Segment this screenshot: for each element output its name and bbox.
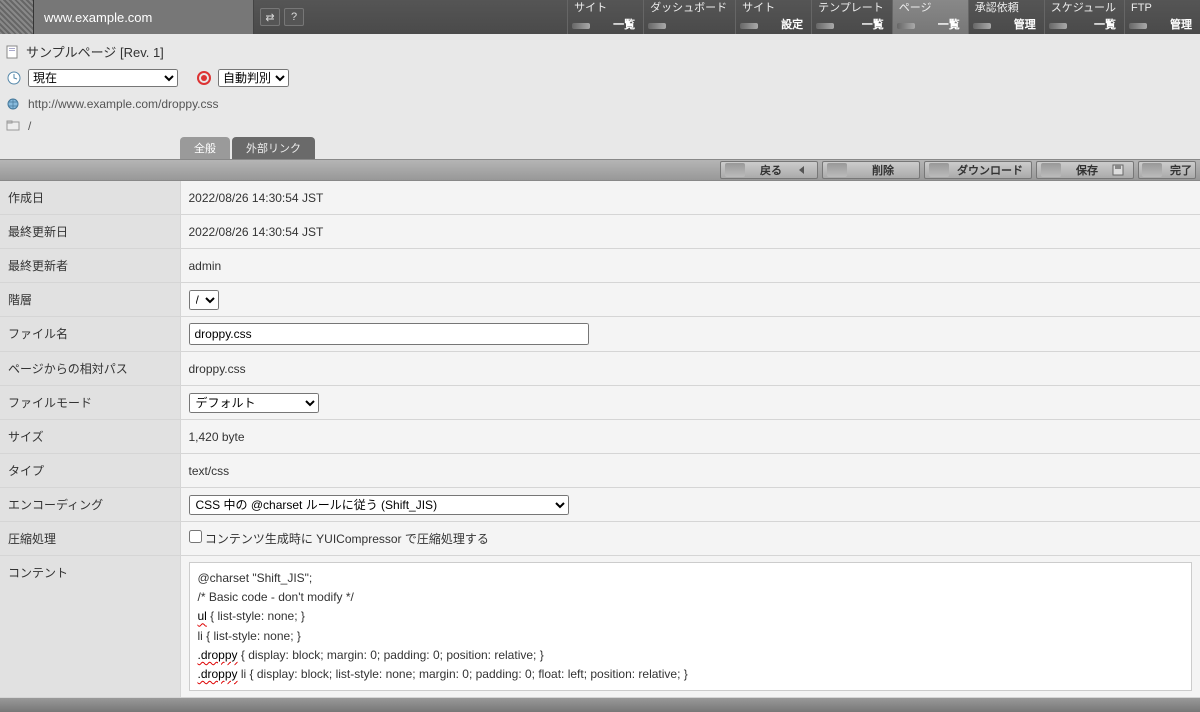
charset-select[interactable]: 自動判別 xyxy=(218,69,289,87)
page-title: サンプルページ [Rev. 1] xyxy=(26,42,164,61)
compress-option[interactable]: コンテンツ生成時に YUICompressor で圧縮処理する xyxy=(189,532,489,546)
tab-external-links[interactable]: 外部リンク xyxy=(232,137,315,159)
nav-item[interactable]: サイト設定 xyxy=(735,0,811,34)
done-button[interactable]: 完了 xyxy=(1138,161,1196,179)
domain-buttons: ⇄ ? xyxy=(254,0,310,34)
nav-item[interactable]: ダッシュボード xyxy=(643,0,735,34)
download-button[interactable]: ダウンロード xyxy=(924,161,1032,179)
label-size: サイズ xyxy=(0,420,180,454)
url-line: http://www.example.com/droppy.css xyxy=(0,93,1200,115)
label-filemode: ファイルモード xyxy=(0,386,180,420)
label-relpath: ページからの相対パス xyxy=(0,352,180,386)
encoding-select[interactable]: CSS 中の @charset ルールに従う (Shift_JIS) xyxy=(189,495,569,515)
tier-select[interactable]: / xyxy=(189,290,219,310)
action-toolbar: 戻る 削除 ダウンロード 保存 完了 xyxy=(0,159,1200,181)
value-updated: 2022/08/26 14:30:54 JST xyxy=(180,215,1200,249)
compress-checkbox[interactable] xyxy=(189,530,202,543)
label-filename: ファイル名 xyxy=(0,317,180,352)
folder-icon xyxy=(6,119,20,133)
triangle-left-icon xyxy=(795,163,809,177)
delete-button[interactable]: 削除 xyxy=(822,161,920,179)
nav-item[interactable]: ページ一覧 xyxy=(892,0,968,34)
swap-icon[interactable]: ⇄ xyxy=(260,8,280,26)
nav-item[interactable]: スケジュール一覧 xyxy=(1044,0,1124,34)
label-updater: 最終更新者 xyxy=(0,249,180,283)
back-button[interactable]: 戻る xyxy=(720,161,818,179)
clock-icon xyxy=(6,70,22,86)
value-relpath: droppy.css xyxy=(180,352,1200,386)
page-title-bar: サンプルページ [Rev. 1] xyxy=(0,34,1200,65)
value-type: text/css xyxy=(180,454,1200,488)
value-size: 1,420 byte xyxy=(180,420,1200,454)
nav-item[interactable]: テンプレート一覧 xyxy=(811,0,892,34)
nav-item[interactable]: サイト一覧 xyxy=(567,0,643,34)
label-encoding: エンコーディング xyxy=(0,488,180,522)
label-compress: 圧縮処理 xyxy=(0,522,180,556)
nav-item[interactable]: 承認依頼管理 xyxy=(968,0,1044,34)
record-icon[interactable] xyxy=(196,70,212,86)
tab-bar: 全般 外部リンク xyxy=(0,137,1200,159)
page-icon xyxy=(6,45,20,59)
globe-icon xyxy=(6,97,20,111)
nav-item[interactable]: FTP管理 xyxy=(1124,0,1200,34)
value-created: 2022/08/26 14:30:54 JST xyxy=(180,181,1200,215)
path-line: / xyxy=(0,115,1200,137)
help-icon[interactable]: ? xyxy=(284,8,304,26)
tab-general[interactable]: 全般 xyxy=(180,137,230,159)
content-editor[interactable]: @charset "Shift_JIS"; /* Basic code - do… xyxy=(189,562,1193,691)
top-bar: www.example.com ⇄ ? サイト一覧ダッシュボードサイト設定テンプ… xyxy=(0,0,1200,34)
filemode-select[interactable]: デフォルト xyxy=(189,393,319,413)
site-domain[interactable]: www.example.com xyxy=(34,0,254,34)
properties-table: 作成日2022/08/26 14:30:54 JST 最終更新日2022/08/… xyxy=(0,181,1200,698)
label-updated: 最終更新日 xyxy=(0,215,180,249)
revision-select[interactable]: 現在 xyxy=(28,69,178,87)
label-tier: 階層 xyxy=(0,283,180,317)
revision-controls: 現在 自動判別 xyxy=(0,65,1200,93)
status-bar xyxy=(0,698,1200,712)
save-disk-icon xyxy=(1111,163,1125,177)
label-content: コンテント xyxy=(0,556,180,698)
label-created: 作成日 xyxy=(0,181,180,215)
label-type: タイプ xyxy=(0,454,180,488)
save-button[interactable]: 保存 xyxy=(1036,161,1134,179)
path-text: / xyxy=(28,119,31,133)
filename-input[interactable] xyxy=(189,323,589,345)
app-logo xyxy=(0,0,34,34)
value-updater: admin xyxy=(180,249,1200,283)
top-nav: サイト一覧ダッシュボードサイト設定テンプレート一覧ページ一覧承認依頼管理スケジュ… xyxy=(567,0,1200,34)
url-text: http://www.example.com/droppy.css xyxy=(28,97,219,111)
